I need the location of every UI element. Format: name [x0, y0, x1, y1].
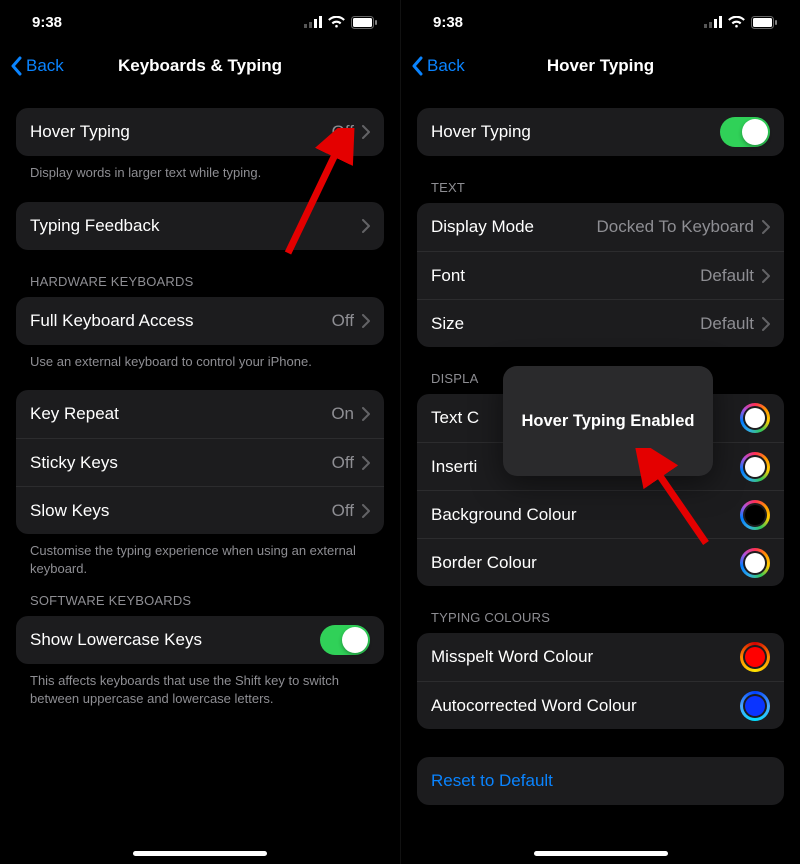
section-header-text: TEXT: [417, 156, 784, 203]
back-button[interactable]: Back: [411, 56, 465, 76]
row-size[interactable]: Size Default: [417, 299, 784, 347]
row-label: Size: [431, 314, 700, 334]
row-value: Off: [332, 122, 354, 142]
row-label: Key Repeat: [30, 404, 331, 424]
wifi-icon: [328, 16, 345, 28]
row-value: Default: [700, 314, 754, 334]
colour-swatch-icon: [740, 691, 770, 721]
chevron-right-icon: [762, 220, 770, 234]
toast-text: Hover Typing Enabled: [522, 412, 695, 431]
right-screenshot: 9:38 Back Hover Typing Hover Typing TEXT…: [400, 0, 800, 864]
row-value: Docked To Keyboard: [596, 217, 754, 237]
toggle-hover-typing[interactable]: [720, 117, 770, 147]
wifi-icon: [728, 16, 745, 28]
row-show-lowercase-keys[interactable]: Show Lowercase Keys: [16, 616, 384, 664]
row-label: Full Keyboard Access: [30, 311, 332, 331]
row-value: Off: [332, 311, 354, 331]
row-footer: Customise the typing experience when usi…: [16, 534, 384, 577]
left-screenshot: 9:38 Back Keyboards & Typing Hover Typin…: [0, 0, 400, 864]
home-indicator: [133, 851, 267, 856]
chevron-right-icon: [362, 314, 370, 328]
status-icons: [304, 16, 378, 29]
section-header-hardware: HARDWARE KEYBOARDS: [16, 250, 384, 297]
chevron-right-icon: [362, 219, 370, 233]
status-bar: 9:38: [0, 0, 400, 44]
row-value: Default: [700, 266, 754, 286]
colour-swatch-icon: [740, 548, 770, 578]
battery-icon: [751, 16, 778, 29]
home-indicator: [534, 851, 668, 856]
colour-swatch-icon: [740, 403, 770, 433]
chevron-left-icon: [10, 56, 22, 76]
row-reset-to-default[interactable]: Reset to Default: [417, 757, 784, 805]
colour-swatch-icon: [740, 452, 770, 482]
colour-swatch-icon: [740, 500, 770, 530]
status-bar: 9:38: [401, 0, 800, 44]
row-hover-typing-toggle[interactable]: Hover Typing: [417, 108, 784, 156]
row-label: Typing Feedback: [30, 216, 354, 236]
row-label: Border Colour: [431, 553, 734, 573]
row-sticky-keys[interactable]: Sticky Keys Off: [16, 438, 384, 486]
colour-swatch-icon: [740, 642, 770, 672]
row-typing-feedback[interactable]: Typing Feedback: [16, 202, 384, 250]
row-label: Show Lowercase Keys: [30, 630, 320, 650]
chevron-right-icon: [362, 125, 370, 139]
cellular-icon: [704, 16, 722, 28]
back-label: Back: [26, 56, 64, 76]
status-icons: [704, 16, 778, 29]
row-label: Autocorrected Word Colour: [431, 696, 734, 716]
toggle-show-lowercase[interactable]: [320, 625, 370, 655]
chevron-right-icon: [762, 269, 770, 283]
row-label: Font: [431, 266, 700, 286]
chevron-right-icon: [362, 407, 370, 421]
back-label: Back: [427, 56, 465, 76]
chevron-right-icon: [362, 504, 370, 518]
nav-bar: Back Hover Typing: [401, 44, 800, 88]
row-footer: Use an external keyboard to control your…: [16, 345, 384, 371]
section-header-software: SOFTWARE KEYBOARDS: [16, 577, 384, 616]
row-full-keyboard-access[interactable]: Full Keyboard Access Off: [16, 297, 384, 345]
row-value: On: [331, 404, 354, 424]
chevron-right-icon: [762, 317, 770, 331]
section-header-typing-colours: TYPING COLOURS: [417, 586, 784, 633]
row-label: Hover Typing: [431, 122, 720, 142]
chevron-right-icon: [362, 456, 370, 470]
back-button[interactable]: Back: [10, 56, 64, 76]
row-value: Off: [332, 501, 354, 521]
chevron-left-icon: [411, 56, 423, 76]
toast-hover-typing-enabled: Hover Typing Enabled: [503, 366, 713, 476]
row-value: Off: [332, 453, 354, 473]
row-autocorrected-word-colour[interactable]: Autocorrected Word Colour: [417, 681, 784, 729]
row-slow-keys[interactable]: Slow Keys Off: [16, 486, 384, 534]
row-font[interactable]: Font Default: [417, 251, 784, 299]
row-misspelt-word-colour[interactable]: Misspelt Word Colour: [417, 633, 784, 681]
row-label: Sticky Keys: [30, 453, 332, 473]
row-footer: This affects keyboards that use the Shif…: [16, 664, 384, 707]
row-border-colour[interactable]: Border Colour: [417, 538, 784, 586]
row-label: Background Colour: [431, 505, 734, 525]
nav-bar: Back Keyboards & Typing: [0, 44, 400, 88]
row-footer: Display words in larger text while typin…: [16, 156, 384, 182]
status-time: 9:38: [32, 14, 62, 31]
row-label: Misspelt Word Colour: [431, 647, 734, 667]
battery-icon: [351, 16, 378, 29]
row-label: Display Mode: [431, 217, 596, 237]
row-label: Hover Typing: [30, 122, 332, 142]
status-time: 9:38: [433, 14, 463, 31]
cellular-icon: [304, 16, 322, 28]
row-background-colour[interactable]: Background Colour: [417, 490, 784, 538]
row-hover-typing[interactable]: Hover Typing Off: [16, 108, 384, 156]
row-label: Slow Keys: [30, 501, 332, 521]
row-display-mode[interactable]: Display Mode Docked To Keyboard: [417, 203, 784, 251]
row-key-repeat[interactable]: Key Repeat On: [16, 390, 384, 438]
row-label: Reset to Default: [431, 771, 770, 791]
